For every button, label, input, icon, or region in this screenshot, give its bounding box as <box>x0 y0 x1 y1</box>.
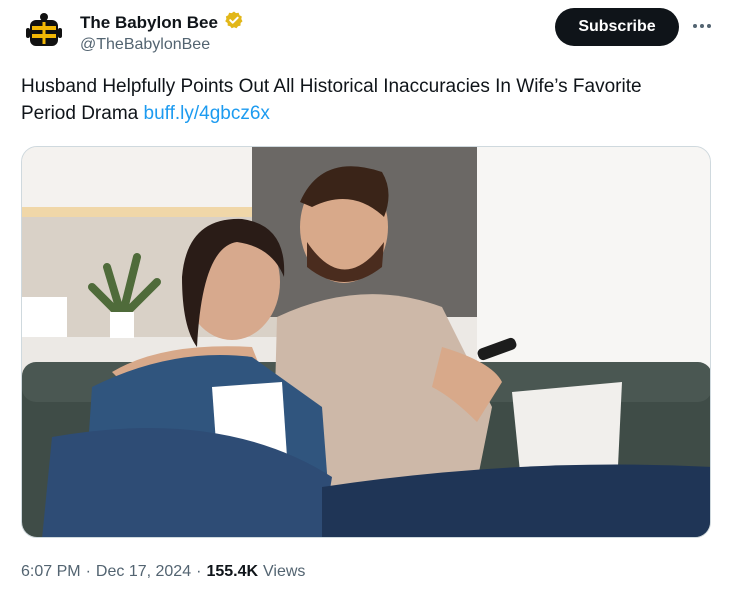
tweet-date[interactable]: Dec 17, 2024 <box>96 561 191 583</box>
author-handle[interactable]: @TheBabylonBee <box>80 35 210 55</box>
tweet-link[interactable]: buff.ly/4gbcz6x <box>144 103 270 124</box>
verified-gold-badge-icon[interactable] <box>224 10 244 35</box>
meta-separator: · <box>85 563 91 580</box>
author-name-row[interactable]: The Babylon Bee <box>80 10 244 35</box>
couple-on-couch-photo <box>22 147 710 537</box>
meta-separator: · <box>196 563 202 580</box>
author-display-name[interactable]: The Babylon Bee <box>80 13 218 33</box>
views-label: Views <box>263 563 306 580</box>
tweet-meta: 6:07 PM · Dec 17, 2024 · 155.4K Views <box>21 561 305 583</box>
tweet-time[interactable]: 6:07 PM <box>21 561 81 583</box>
babylon-bee-logo-avatar[interactable] <box>22 10 66 54</box>
subscribe-button[interactable]: Subscribe <box>555 8 679 46</box>
views-count[interactable]: 155.4K <box>206 561 258 583</box>
tweet-text: Husband Helpfully Points Out All Histori… <box>21 73 701 127</box>
more-horizontal-icon[interactable] <box>688 14 716 38</box>
tweet-headline: Husband Helpfully Points Out All Histori… <box>21 76 642 124</box>
tweet-header: The Babylon Bee @TheBabylonBee Subscribe <box>0 0 732 70</box>
tweet-media-photo[interactable] <box>21 146 711 538</box>
